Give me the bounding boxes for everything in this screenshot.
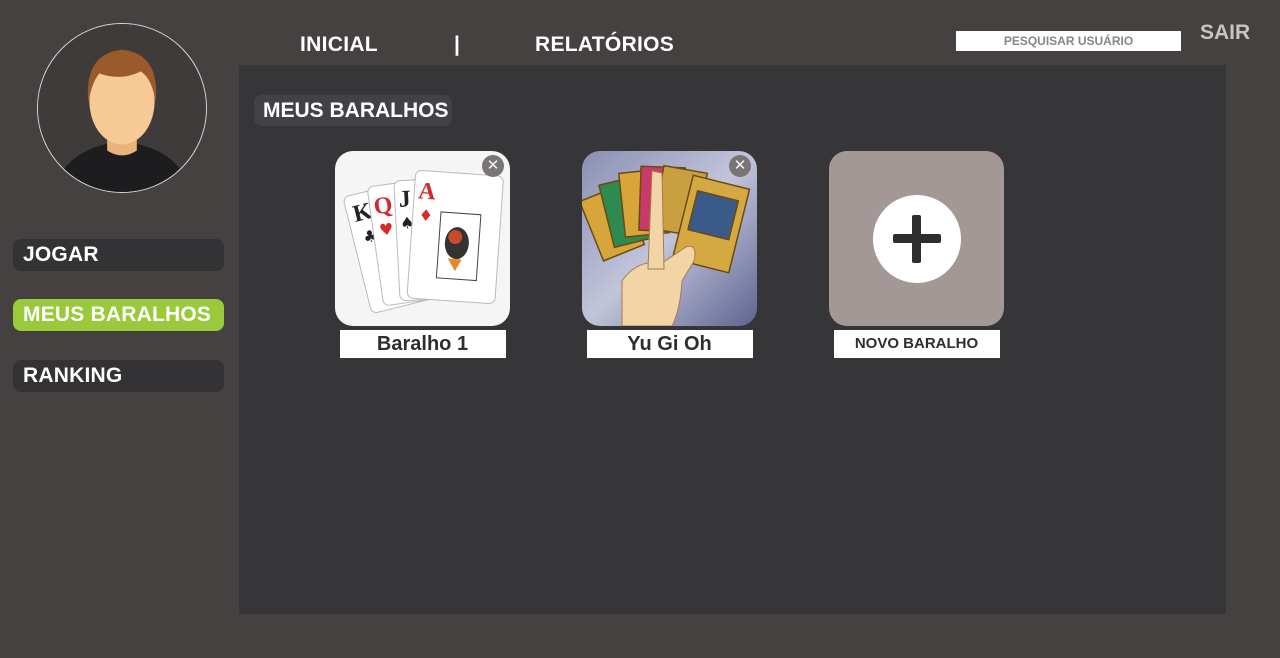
playing-cards-image: K ♣ Q ♥ J ♠ A ♦ <box>335 151 510 326</box>
sidebar-item-my-decks[interactable]: MEUS BARALHOS <box>13 299 224 331</box>
deck-card: ✕ Yu Gi Oh <box>582 151 757 358</box>
svg-text:Q: Q <box>372 192 394 220</box>
yugioh-cards-image <box>582 151 757 326</box>
deck-name: Yu Gi Oh <box>586 330 753 358</box>
new-deck-card: NOVO BARALHO <box>829 151 1004 358</box>
new-deck-button[interactable] <box>829 151 1004 326</box>
sidebar-item-ranking[interactable]: RANKING <box>13 360 224 392</box>
deck-name: Baralho 1 <box>339 330 506 358</box>
sidebar-item-play[interactable]: JOGAR <box>13 239 224 271</box>
plus-icon <box>872 194 961 283</box>
user-avatar <box>37 23 207 193</box>
page-title: MEUS BARALHOS <box>254 95 452 126</box>
svg-text:A: A <box>417 178 437 205</box>
remove-deck-button[interactable]: ✕ <box>482 155 504 177</box>
user-avatar-icon <box>38 24 206 192</box>
deck-thumbnail[interactable]: K ♣ Q ♥ J ♠ A ♦ ✕ <box>335 151 510 326</box>
deck-card: K ♣ Q ♥ J ♠ A ♦ ✕ Baralho 1 <box>335 151 510 358</box>
main-panel: MEUS BARALHOS K ♣ Q ♥ J ♠ A ♦ ✕ Baralho … <box>239 65 1226 614</box>
svg-text:J: J <box>398 186 411 213</box>
new-deck-label: NOVO BARALHO <box>833 330 1000 358</box>
nav-home-link[interactable]: INICIAL <box>300 33 378 57</box>
deck-thumbnail[interactable]: ✕ <box>582 151 757 326</box>
nav-separator: | <box>454 33 461 56</box>
nav-reports-link[interactable]: RELATÓRIOS <box>535 33 674 57</box>
remove-deck-button[interactable]: ✕ <box>729 155 751 177</box>
svg-text:♥: ♥ <box>378 219 395 240</box>
logout-button[interactable]: SAIR <box>1200 21 1250 45</box>
svg-text:♦: ♦ <box>418 205 434 225</box>
user-search-input[interactable] <box>956 31 1181 51</box>
